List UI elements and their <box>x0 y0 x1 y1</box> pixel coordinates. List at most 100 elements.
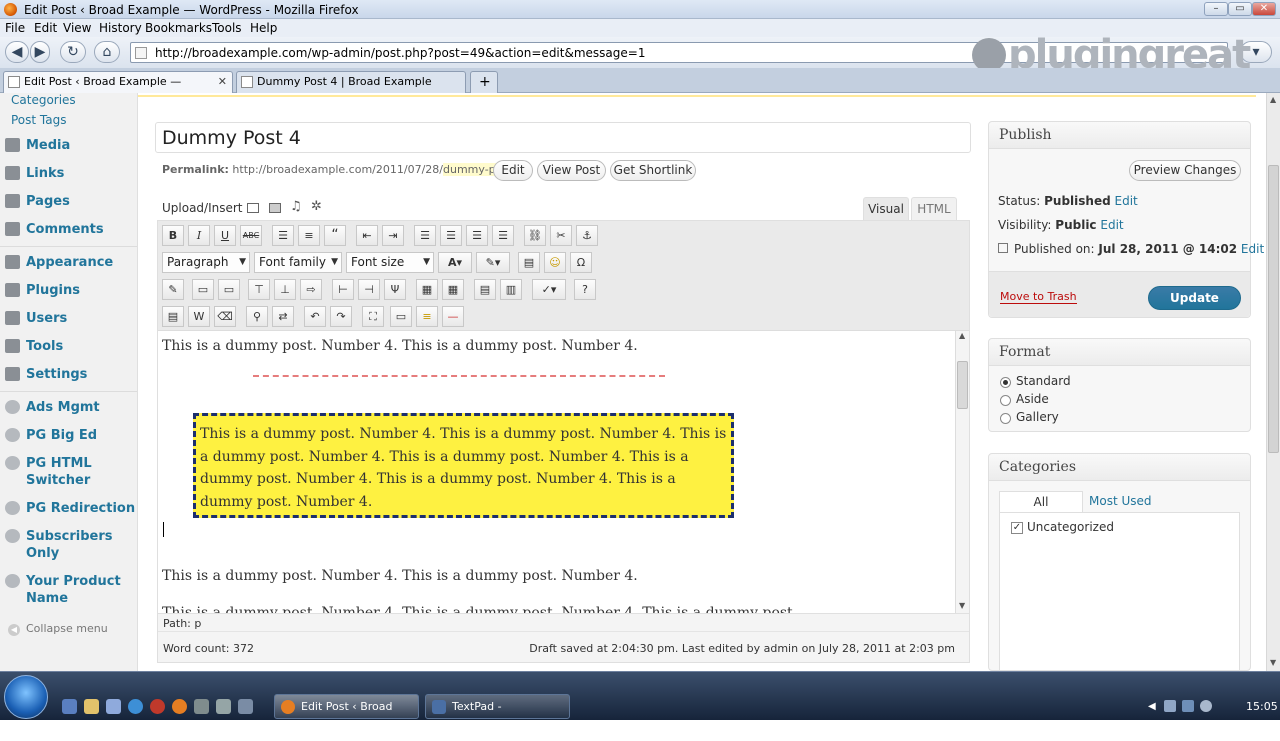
sidebar-item-pg-redirection[interactable]: PG Redirection <box>0 500 137 520</box>
sidebar-item-plugins[interactable]: Plugins <box>0 282 137 302</box>
sidebar-item-tools[interactable]: Tools <box>0 338 137 358</box>
categories-header[interactable]: Categories <box>989 454 1250 481</box>
quicklaunch-icon[interactable] <box>106 699 121 714</box>
tab-visual[interactable]: Visual <box>863 197 909 221</box>
sidebar-item-comments[interactable]: Comments <box>0 221 137 241</box>
maximize-button[interactable]: ▭ <box>1228 2 1252 16</box>
home-button[interactable]: ⌂ <box>94 41 120 63</box>
tray-expand-icon[interactable]: ◀ <box>1148 701 1156 712</box>
update-button[interactable]: Update <box>1148 286 1241 310</box>
special-char-icon[interactable]: Ω <box>570 252 592 273</box>
minimize-button[interactable]: – <box>1204 2 1228 16</box>
tab-dummy-post[interactable]: Dummy Post 4 | Broad Example <box>236 71 466 93</box>
ie-icon[interactable] <box>128 699 143 714</box>
italic-icon[interactable]: I <box>188 225 210 246</box>
format-aside-radio[interactable] <box>1000 395 1011 406</box>
align-right-icon[interactable]: ☰ <box>466 225 488 246</box>
format-select[interactable]: Paragraph ▼ <box>162 252 250 273</box>
explorer-icon[interactable] <box>84 699 99 714</box>
move-to-trash-link[interactable]: Move to Trash <box>1000 290 1077 304</box>
firefox-quicklaunch-icon[interactable] <box>172 699 187 714</box>
reload-button[interactable]: ↻ <box>60 41 86 63</box>
edit-image-icon[interactable]: ✎ <box>162 279 184 300</box>
sidebar-item-appearance[interactable]: Appearance <box>0 254 137 274</box>
preview-changes-button[interactable]: Preview Changes <box>1129 160 1241 181</box>
close-tab-icon[interactable]: ✕ <box>218 72 227 92</box>
split-cells-icon[interactable]: ▦ <box>416 279 438 300</box>
align-center-icon[interactable]: ☰ <box>440 225 462 246</box>
horizontal-rule-icon[interactable]: — <box>442 306 464 327</box>
help-icon[interactable]: ? <box>574 279 596 300</box>
fullscreen-icon[interactable]: ⛶ <box>362 306 384 327</box>
forward-button[interactable]: ▶ <box>30 41 50 63</box>
font-size-select[interactable]: Font size ▼ <box>346 252 434 273</box>
tray-icon[interactable] <box>1164 700 1176 712</box>
menu-history[interactable]: History <box>99 21 142 35</box>
delete-col-icon[interactable]: Ψ <box>384 279 406 300</box>
add-media-icon[interactable]: ✲ <box>311 199 322 214</box>
quicklaunch-icon[interactable] <box>216 699 231 714</box>
anchor-icon[interactable]: ⚓ <box>576 225 598 246</box>
menu-tools[interactable]: Tools <box>212 21 242 35</box>
align-left-icon[interactable]: ☰ <box>414 225 436 246</box>
get-shortlink-button[interactable]: Get Shortlink <box>610 160 696 181</box>
start-button[interactable] <box>4 675 48 719</box>
sidebar-sub-post-tags[interactable]: Post Tags <box>11 113 67 127</box>
close-window-button[interactable]: ✕ <box>1252 2 1276 16</box>
taskbar-textpad-button[interactable]: TextPad - [W:\!!!!!_D... <box>425 694 570 736</box>
sidebar-item-pg-html-switcher[interactable]: PG HTML Switcher <box>0 455 137 491</box>
collapse-menu-button[interactable]: ◀ Collapse menu <box>8 622 108 636</box>
add-audio-icon[interactable]: ♫ <box>290 199 302 214</box>
page-scrollbar[interactable]: ▲ ▼ <box>1266 93 1280 671</box>
blockquote-icon[interactable]: “ <box>324 225 346 246</box>
unlink-icon[interactable]: ✂ <box>550 225 572 246</box>
spellcheck-icon[interactable]: ✓▾ <box>532 279 566 300</box>
bold-icon[interactable]: B <box>162 225 184 246</box>
insert-link-icon[interactable]: ⛓ <box>524 225 546 246</box>
find-icon[interactable]: ⚲ <box>246 306 268 327</box>
sidebar-item-media[interactable]: Media <box>0 137 137 157</box>
paste-word-icon[interactable]: W <box>188 306 210 327</box>
col-before-icon[interactable]: ⊢ <box>332 279 354 300</box>
replace-icon[interactable]: ⇄ <box>272 306 294 327</box>
sidebar-item-users[interactable]: Users <box>0 310 137 330</box>
table-icon[interactable]: ▭ <box>192 279 214 300</box>
clock[interactable]: 15:05 <box>1246 700 1278 713</box>
menu-edit[interactable]: Edit <box>34 21 57 35</box>
format-header[interactable]: Format <box>989 339 1250 366</box>
tab-html[interactable]: HTML <box>911 197 957 220</box>
background-color-icon[interactable]: ✎▾ <box>476 252 510 273</box>
toolbar-toggle-icon[interactable]: ▭ <box>390 306 412 327</box>
sidebar-item-settings[interactable]: Settings <box>0 366 137 386</box>
tab-all-categories[interactable]: All Categories <box>999 491 1083 529</box>
more-tag-icon[interactable]: ▥ <box>500 279 522 300</box>
strikethrough-icon[interactable]: ABC <box>240 225 262 246</box>
menu-help[interactable]: Help <box>250 21 277 35</box>
published-edit-link[interactable]: Edit <box>1241 242 1264 256</box>
merge-cells-icon[interactable]: ▦ <box>442 279 464 300</box>
sidebar-item-ads-mgmt[interactable]: Ads Mgmt <box>0 399 137 419</box>
menu-file[interactable]: File <box>5 21 25 35</box>
row-before-icon[interactable]: ⊤ <box>248 279 270 300</box>
underline-icon[interactable]: U <box>214 225 236 246</box>
text-color-icon[interactable]: A▾ <box>438 252 472 273</box>
editor-scroll-thumb[interactable] <box>957 361 968 409</box>
page-scroll-thumb[interactable] <box>1268 165 1279 453</box>
status-edit-link[interactable]: Edit <box>1115 194 1138 208</box>
table-props-icon[interactable]: ▭ <box>218 279 240 300</box>
row-after-icon[interactable]: ⊥ <box>274 279 296 300</box>
numbered-list-icon[interactable]: ≡ <box>298 225 320 246</box>
sidebar-item-pages[interactable]: Pages <box>0 193 137 213</box>
publish-header[interactable]: Publish <box>989 122 1250 149</box>
permalink-edit-button[interactable]: Edit <box>493 160 533 181</box>
undo-icon[interactable]: ↶ <box>304 306 326 327</box>
opera-icon[interactable] <box>150 699 165 714</box>
paste-text-icon[interactable]: ▤ <box>162 306 184 327</box>
add-video-icon[interactable] <box>269 203 281 213</box>
col-after-icon[interactable]: ⊣ <box>358 279 380 300</box>
sidebar-sub-categories[interactable]: Categories <box>11 93 76 107</box>
bullet-list-icon[interactable]: ☰ <box>272 225 294 246</box>
outdent-icon[interactable]: ⇤ <box>356 225 378 246</box>
quicklaunch-icon[interactable] <box>194 699 209 714</box>
paste-icon[interactable]: ▤ <box>518 252 540 273</box>
